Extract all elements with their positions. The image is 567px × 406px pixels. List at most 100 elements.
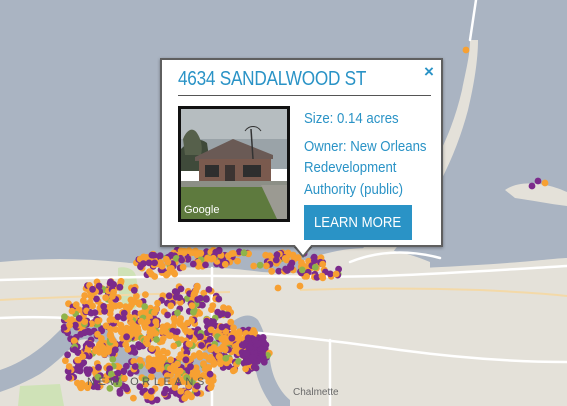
property-marker[interactable] (170, 268, 178, 276)
property-marker[interactable] (81, 292, 89, 299)
property-marker[interactable] (303, 273, 310, 280)
property-marker[interactable] (145, 259, 153, 267)
property-marker[interactable] (148, 345, 156, 352)
property-marker[interactable] (163, 271, 170, 279)
property-marker[interactable] (159, 335, 167, 342)
property-marker[interactable] (207, 384, 215, 391)
property-marker[interactable] (170, 315, 178, 322)
property-marker[interactable] (160, 354, 168, 362)
property-marker[interactable] (318, 272, 326, 280)
property-marker[interactable] (273, 251, 281, 259)
property-marker[interactable] (202, 261, 209, 269)
property-marker[interactable] (137, 263, 144, 271)
property-marker[interactable] (167, 302, 175, 310)
property-marker[interactable] (252, 358, 260, 366)
property-marker[interactable] (141, 303, 149, 310)
property-marker[interactable] (110, 288, 117, 296)
property-marker[interactable] (118, 326, 126, 333)
property-marker[interactable] (148, 251, 156, 259)
property-marker[interactable] (528, 182, 536, 190)
property-marker[interactable] (136, 356, 144, 364)
property-marker[interactable] (134, 327, 142, 335)
property-marker[interactable] (263, 262, 270, 270)
property-marker[interactable] (244, 358, 252, 366)
property-marker[interactable] (177, 387, 185, 395)
property-marker[interactable] (180, 324, 188, 331)
property-marker[interactable] (167, 356, 175, 364)
property-marker[interactable] (65, 374, 73, 381)
property-marker[interactable] (197, 333, 204, 340)
property-marker[interactable] (66, 321, 73, 329)
property-marker[interactable] (251, 336, 259, 344)
property-marker[interactable] (197, 249, 205, 257)
close-icon[interactable]: × (424, 63, 438, 80)
property-marker[interactable] (109, 356, 117, 363)
property-marker[interactable] (174, 309, 181, 317)
property-marker[interactable] (154, 299, 162, 307)
property-marker[interactable] (215, 247, 223, 255)
property-marker[interactable] (123, 333, 130, 341)
property-marker[interactable] (62, 357, 69, 365)
property-marker[interactable] (167, 332, 174, 340)
property-marker[interactable] (319, 260, 327, 268)
property-marker[interactable] (94, 330, 101, 338)
property-marker[interactable] (260, 339, 268, 347)
property-marker[interactable] (64, 351, 71, 359)
property-marker[interactable] (171, 288, 179, 295)
property-marker[interactable] (222, 354, 230, 362)
property-marker[interactable] (114, 313, 122, 321)
property-marker[interactable] (462, 46, 470, 54)
property-marker[interactable] (174, 360, 181, 368)
property-marker[interactable] (219, 310, 226, 317)
property-marker[interactable] (177, 315, 185, 322)
property-marker[interactable] (207, 326, 215, 334)
property-marker[interactable] (189, 260, 197, 268)
property-marker[interactable] (202, 295, 210, 302)
property-marker[interactable] (205, 286, 213, 293)
property-marker[interactable] (87, 309, 95, 317)
property-marker[interactable] (178, 256, 186, 264)
property-marker[interactable] (99, 344, 107, 351)
property-marker[interactable] (65, 363, 73, 370)
property-marker[interactable] (162, 255, 170, 263)
property-marker[interactable] (89, 302, 96, 310)
property-marker[interactable] (108, 316, 116, 323)
property-marker[interactable] (110, 281, 117, 288)
property-marker[interactable] (193, 282, 201, 290)
property-marker[interactable] (240, 249, 248, 257)
property-marker[interactable] (148, 270, 155, 278)
property-marker[interactable] (120, 309, 128, 317)
property-marker[interactable] (79, 353, 87, 360)
property-marker[interactable] (217, 360, 224, 368)
property-marker[interactable] (218, 323, 226, 331)
property-marker[interactable] (72, 321, 79, 329)
property-marker[interactable] (170, 342, 178, 350)
property-marker[interactable] (185, 340, 193, 348)
property-marker[interactable] (111, 346, 119, 354)
property-marker[interactable] (326, 270, 334, 278)
property-marker[interactable] (143, 318, 151, 325)
property-marker[interactable] (175, 294, 183, 301)
property-marker[interactable] (256, 261, 264, 269)
property-marker[interactable] (128, 319, 136, 327)
property-marker[interactable] (143, 392, 151, 400)
property-marker[interactable] (133, 292, 140, 300)
property-marker[interactable] (210, 318, 217, 326)
property-marker[interactable] (179, 263, 187, 271)
property-marker[interactable] (153, 396, 161, 404)
property-marker[interactable] (220, 304, 227, 311)
property-marker[interactable] (71, 346, 79, 354)
learn-more-button[interactable]: LEARN MORE (304, 205, 412, 240)
property-marker[interactable] (186, 328, 194, 336)
property-marker[interactable] (235, 328, 243, 336)
property-marker[interactable] (221, 260, 229, 268)
property-marker[interactable] (188, 393, 195, 401)
property-marker[interactable] (87, 292, 95, 300)
property-marker[interactable] (167, 365, 174, 373)
property-marker[interactable] (95, 282, 103, 290)
property-marker[interactable] (188, 302, 196, 310)
property-marker[interactable] (228, 334, 236, 342)
property-marker[interactable] (135, 343, 143, 351)
property-marker[interactable] (76, 382, 84, 390)
property-marker[interactable] (215, 353, 223, 360)
